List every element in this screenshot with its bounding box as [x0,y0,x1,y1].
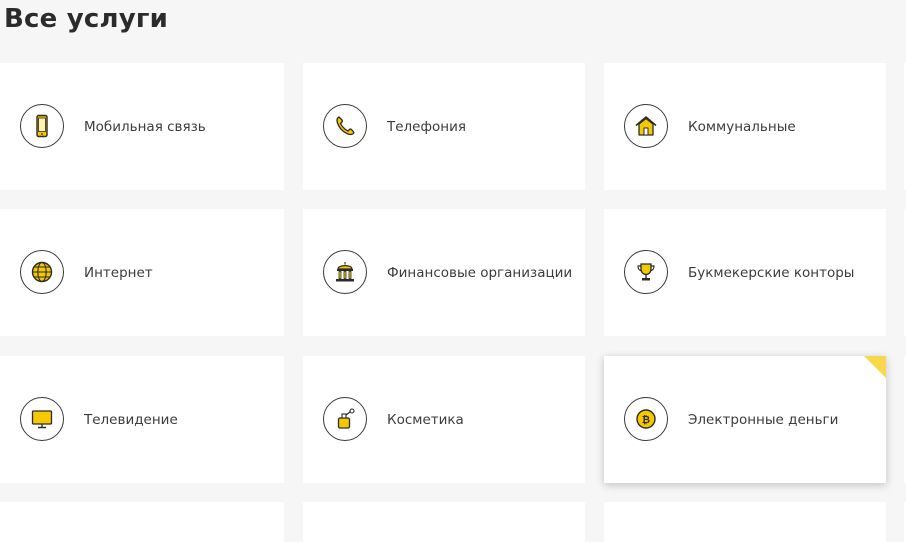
bank-building-icon [323,249,367,294]
service-tile-emoney[interactable]: ₿ Электронные деньги [604,356,886,483]
telephone-handset-icon [323,103,367,148]
mobile-phone-icon [20,103,64,148]
service-tile-tv[interactable]: Телевидение [0,356,284,483]
house-icon [624,103,668,148]
service-label: Электронные деньги [688,411,839,428]
service-label: Букмекерские конторы [688,264,855,281]
trophy-icon [624,249,668,294]
globe-icon [20,249,64,294]
service-tile-partial[interactable] [0,502,284,542]
perfume-bottle-icon [323,396,367,441]
services-grid: Мобильная связь Телефония Коммунальные И… [0,0,906,542]
service-tile-partial[interactable] [604,502,886,542]
service-tile-finance[interactable]: Финансовые организации [303,209,585,336]
service-tile-utilities[interactable]: Коммунальные [604,63,886,190]
bitcoin-coin-icon: ₿ [624,396,668,441]
service-tile-mobile[interactable]: Мобильная связь [0,63,284,190]
svg-text:₿: ₿ [642,414,650,426]
service-tile-telephony[interactable]: Телефония [303,63,585,190]
service-tile-bookmakers[interactable]: Букмекерские конторы [604,209,886,336]
service-tile-partial[interactable] [303,502,585,542]
service-tile-cosmetics[interactable]: Косметика [303,356,585,483]
tv-monitor-icon [20,396,64,441]
service-label: Косметика [387,411,464,428]
service-label: Финансовые организации [387,264,573,281]
service-label: Мобильная связь [84,118,206,135]
service-label: Телевидение [84,411,178,428]
service-label: Интернет [84,264,153,281]
service-label: Телефония [387,118,467,135]
service-tile-internet[interactable]: Интернет [0,209,284,336]
selected-corner-marker [864,356,886,378]
service-label: Коммунальные [688,118,796,135]
